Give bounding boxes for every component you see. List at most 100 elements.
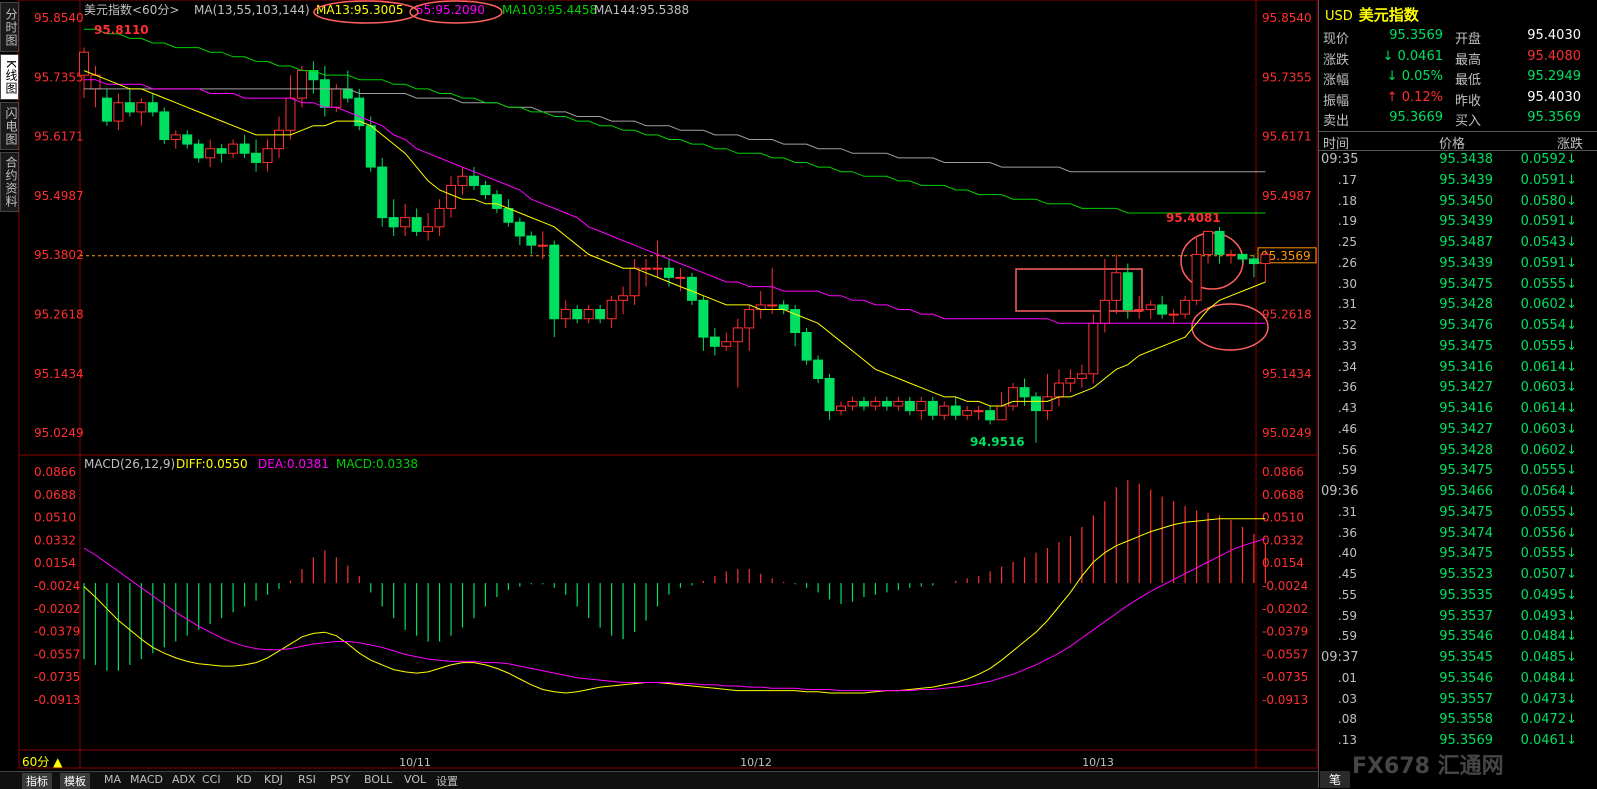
candle: [457, 167, 468, 195]
tick-price: 95.3416: [1439, 401, 1493, 416]
macd-tick-left: 0.0688: [34, 488, 76, 502]
price-tick-right: 95.1434: [1262, 367, 1312, 381]
price-tick-left: 95.6171: [34, 130, 84, 144]
ma103-line: [84, 28, 1266, 214]
tick-row: .17 95.3439 0.0591↓: [1319, 173, 1597, 194]
macd-tick-left: -0.0379: [34, 625, 80, 639]
tick-time: 09:37: [1321, 650, 1359, 665]
bottom-switch-button[interactable]: 笔: [1320, 771, 1350, 788]
tick-change: 0.0555↓: [1520, 338, 1577, 354]
tick-time: .59: [1337, 463, 1357, 478]
macd-tick-right: -0.0379: [1262, 625, 1308, 639]
tick-time: .45: [1337, 567, 1357, 581]
tick-time: .17: [1337, 172, 1357, 187]
tick-price: 95.3475: [1439, 504, 1493, 520]
tick-price: 95.3450: [1439, 193, 1493, 209]
watermark-logo: FX678 汇通网: [1352, 754, 1504, 779]
candle: [1088, 314, 1099, 384]
tick-change: 0.0602↓: [1520, 297, 1577, 313]
bottom-tab-4[interactable]: MACD: [126, 773, 167, 786]
candle: [136, 98, 147, 126]
tick-change: 0.0602↓: [1520, 442, 1577, 458]
tab-timeshare[interactable]: 分时图: [0, 2, 19, 52]
tick-row: .25 95.3487 0.0543↓: [1319, 235, 1597, 256]
bottom-tab-11[interactable]: BOLL: [360, 773, 396, 786]
candle: [962, 406, 973, 420]
bottom-tab-10[interactable]: PSY: [326, 773, 354, 786]
quote-value: 95.4080: [1527, 48, 1581, 64]
tab-contract-info[interactable]: 合约资料: [0, 152, 19, 212]
tick-change: 0.0484↓: [1520, 629, 1577, 645]
tick-time: .43: [1337, 401, 1357, 415]
candle: [124, 88, 135, 117]
candle: [1168, 309, 1179, 324]
candle: [1099, 258, 1110, 333]
tick-row: .31 95.3428 0.0602↓: [1319, 297, 1597, 318]
tick-time: .01: [1337, 670, 1357, 685]
macd-tick-left: -0.0735: [34, 670, 80, 684]
bottom-tab-8[interactable]: KDJ: [260, 773, 287, 786]
tick-time: .18: [1337, 193, 1357, 208]
macd-tick-left: 0.0332: [34, 533, 76, 547]
bottom-tab-6[interactable]: CCI: [198, 773, 225, 786]
tick-change: 0.0614↓: [1520, 401, 1577, 416]
bottom-tab-12[interactable]: VOL: [400, 773, 430, 786]
tick-row: .33 95.3475 0.0555↓: [1319, 339, 1597, 360]
candle: [480, 180, 491, 200]
quote-label: 昨收: [1455, 93, 1482, 109]
tick-change: 0.0555↓: [1520, 546, 1577, 562]
quote-row: 现价 95.3569 开盘 95.4030: [1319, 28, 1597, 48]
tick-row: .01 95.3546 0.0484↓: [1319, 671, 1597, 692]
bottom-tab-2[interactable]: 模板: [60, 773, 90, 789]
tick-time: .36: [1337, 525, 1357, 540]
candle: [813, 355, 824, 384]
tick-header-time: 时间: [1323, 137, 1350, 152]
macd-tick-right: -0.0735: [1262, 670, 1308, 684]
chart-frame: [18, 0, 1318, 769]
quote-row: 涨幅 ↓ 0.05% 最低 95.2949: [1319, 69, 1597, 89]
candle: [893, 396, 904, 411]
tick-price: 95.3558: [1439, 712, 1493, 728]
candle: [686, 272, 697, 305]
tab-kline[interactable]: K线图: [0, 54, 19, 100]
candle: [1053, 369, 1064, 407]
candle: [732, 318, 743, 388]
bottom-tab-1[interactable]: 指标: [22, 773, 52, 789]
bottom-tab-13[interactable]: 设置: [432, 773, 462, 789]
chart-title: 美元指数<60分>: [84, 2, 179, 17]
price-tick-right: 95.2618: [1262, 308, 1312, 322]
quote-label: 最低: [1455, 73, 1482, 88]
ma103-value: MA103:95.4458: [502, 3, 597, 17]
tick-price: 95.3439: [1439, 172, 1493, 188]
tick-row: .56 95.3428 0.0602↓: [1319, 443, 1597, 464]
candle: [560, 300, 571, 328]
tick-time: .33: [1337, 338, 1357, 353]
tick-row: .45 95.3523 0.0507↓: [1319, 567, 1597, 588]
bottom-tab-9[interactable]: RSI: [294, 773, 320, 786]
tick-price: 95.3427: [1439, 421, 1493, 437]
tab-flash[interactable]: 闪电图: [0, 102, 19, 150]
candle: [90, 65, 101, 108]
price-tick-right: 95.0249: [1262, 426, 1312, 440]
bottom-tab-3[interactable]: MA: [100, 773, 125, 786]
macd-dea-value: DEA:0.0381: [258, 457, 329, 471]
tick-price: 95.3476: [1439, 318, 1493, 333]
tick-row: .46 95.3427 0.0603↓: [1319, 422, 1597, 443]
price-tick-right: 95.8540: [1262, 11, 1312, 25]
quote-row: 卖出 95.3669 买入 95.3569: [1319, 110, 1597, 130]
tick-price: 95.3466: [1439, 484, 1493, 499]
period-selector[interactable]: 60分 ▲: [22, 753, 62, 770]
bottom-tab-7[interactable]: KD: [232, 773, 256, 786]
quote-label: 卖出: [1323, 114, 1350, 129]
candle: [514, 217, 525, 246]
price-tick-left: 95.4987: [34, 189, 84, 203]
candle: [423, 213, 434, 241]
quote-label: 最高: [1455, 52, 1482, 68]
candle: [1031, 392, 1042, 443]
candle: [595, 304, 606, 324]
bottom-tab-5[interactable]: ADX: [168, 773, 200, 786]
candle: [916, 396, 927, 420]
candle: [239, 134, 250, 158]
kline-chart[interactable]: 95.8540 95.8540 95.7355 95.7355 95.6171 95.61…: [0, 0, 1318, 771]
candle: [113, 93, 124, 131]
